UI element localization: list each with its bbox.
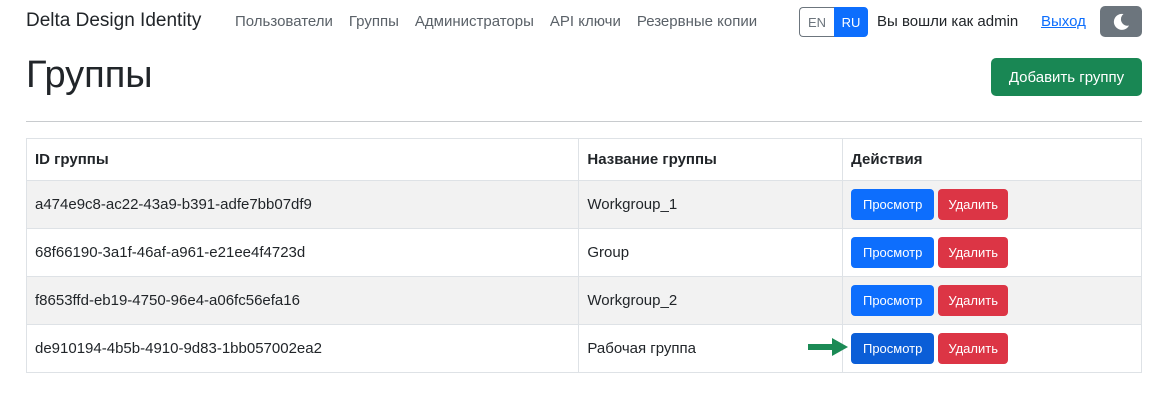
delete-button[interactable]: Удалить xyxy=(938,237,1009,268)
lang-en-button[interactable]: EN xyxy=(799,7,834,37)
actions-cell: Просмотр Удалить xyxy=(842,324,1142,373)
group-name-cell: Workgroup_2 xyxy=(578,276,844,325)
nav-link-api-keys[interactable]: API ключи xyxy=(550,13,621,30)
view-button[interactable]: Просмотр xyxy=(851,237,935,268)
nav-links: Пользователи Группы Администраторы API к… xyxy=(235,13,757,30)
logout-link[interactable]: Выход xyxy=(1041,13,1086,30)
view-button[interactable]: Просмотр xyxy=(851,189,935,220)
delete-button[interactable]: Удалить xyxy=(938,333,1009,364)
actions-cell: Просмотр Удалить xyxy=(842,228,1142,277)
add-group-button[interactable]: Добавить группу xyxy=(991,58,1142,96)
table-row: de910194-4b5b-4910-9d83-1bb057002ea2 Раб… xyxy=(25,324,1142,373)
delete-button[interactable]: Удалить xyxy=(938,189,1009,220)
group-id-cell: 68f66190-3a1f-46af-a961-e21ee4f4723d xyxy=(25,228,580,277)
table-row: f8653ffd-eb19-4750-96e4-a06fc56efa16 Wor… xyxy=(25,276,1142,325)
logged-in-text: Вы вошли как admin xyxy=(877,13,1019,30)
moon-icon xyxy=(1113,13,1129,30)
group-id-cell: de910194-4b5b-4910-9d83-1bb057002ea2 xyxy=(25,324,580,373)
nav-link-admins[interactable]: Администраторы xyxy=(415,13,534,30)
group-name-cell: Рабочая группа xyxy=(578,324,844,373)
column-header-actions: Действия xyxy=(842,138,1142,181)
view-button[interactable]: Просмотр xyxy=(851,333,935,364)
language-switcher: EN RU xyxy=(799,7,868,37)
nav-link-groups[interactable]: Группы xyxy=(349,13,399,30)
brand-title[interactable]: Delta Design Identity xyxy=(26,10,201,32)
actions-cell: Просмотр Удалить xyxy=(842,276,1142,325)
actions-cell: Просмотр Удалить xyxy=(842,180,1142,229)
groups-table: ID группы Название группы Действия a474e… xyxy=(25,138,1142,373)
delete-button[interactable]: Удалить xyxy=(938,285,1009,316)
column-header-id: ID группы xyxy=(25,138,580,181)
table-header-row: ID группы Название группы Действия xyxy=(25,138,1142,181)
page-title: Группы xyxy=(26,54,153,96)
navbar: Delta Design Identity Пользователи Групп… xyxy=(0,0,1166,44)
group-name-cell: Group xyxy=(578,228,844,277)
nav-link-backups[interactable]: Резервные копии xyxy=(637,13,757,30)
table-row: 68f66190-3a1f-46af-a961-e21ee4f4723d Gro… xyxy=(25,228,1142,277)
theme-toggle-button[interactable] xyxy=(1100,6,1142,37)
table-row: a474e9c8-ac22-43a9-b391-adfe7bb07df9 Wor… xyxy=(25,180,1142,229)
view-button[interactable]: Просмотр xyxy=(851,285,935,316)
arrow-right-icon xyxy=(808,338,848,356)
column-header-name: Название группы xyxy=(578,138,844,181)
divider xyxy=(26,121,1142,122)
group-name-cell: Workgroup_1 xyxy=(578,180,844,229)
group-id-cell: f8653ffd-eb19-4750-96e4-a06fc56efa16 xyxy=(25,276,580,325)
group-id-cell: a474e9c8-ac22-43a9-b391-adfe7bb07df9 xyxy=(25,180,580,229)
lang-ru-button[interactable]: RU xyxy=(834,7,868,37)
nav-link-users[interactable]: Пользователи xyxy=(235,13,333,30)
